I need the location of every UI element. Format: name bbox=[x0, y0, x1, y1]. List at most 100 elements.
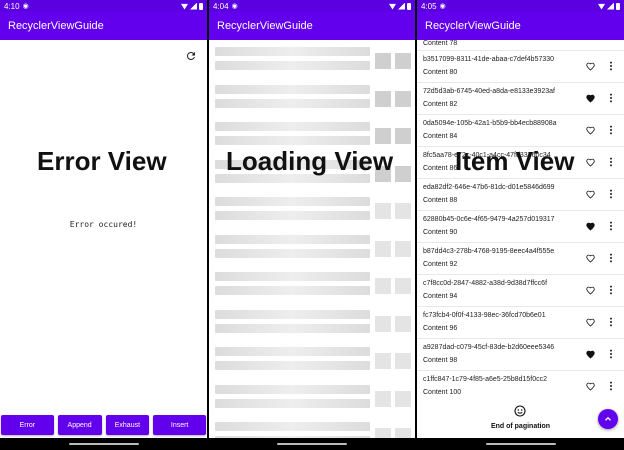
heart-icon[interactable] bbox=[586, 190, 595, 199]
skeleton-box bbox=[375, 203, 391, 219]
skeleton-box bbox=[375, 240, 391, 257]
more-vert-icon[interactable] bbox=[609, 221, 613, 231]
skeleton-line bbox=[215, 122, 370, 131]
heart-icon[interactable] bbox=[586, 318, 595, 327]
heart-icon[interactable] bbox=[586, 62, 595, 71]
heart-icon[interactable] bbox=[586, 382, 595, 391]
scroll-to-top-button[interactable] bbox=[598, 409, 618, 429]
error-button[interactable]: Error bbox=[1, 415, 54, 435]
home-gesture-bar[interactable] bbox=[68, 443, 139, 445]
status-bar: 4:05 ◉ bbox=[417, 0, 624, 12]
smile-icon bbox=[514, 405, 526, 417]
more-vert-icon[interactable] bbox=[609, 253, 613, 263]
item-content: Content 86 bbox=[423, 165, 458, 172]
heart-icon[interactable] bbox=[586, 350, 595, 359]
more-vert-icon[interactable] bbox=[609, 93, 613, 103]
action-buttons: Error Append Exhaust Insert bbox=[0, 415, 207, 435]
signal-icon bbox=[190, 2, 197, 10]
item-uuid: c1ffc847-1c79-4f85-a6e5-25b8d15f0cc2 bbox=[423, 376, 548, 383]
heart-icon[interactable] bbox=[586, 158, 595, 167]
skeleton-box bbox=[395, 53, 411, 69]
skeleton-line bbox=[215, 197, 370, 206]
heart-icon[interactable] bbox=[586, 286, 595, 295]
app-title: RecyclerViewGuide bbox=[425, 20, 521, 32]
insert-button[interactable]: Insert bbox=[153, 415, 206, 435]
skeleton-item bbox=[209, 195, 415, 225]
loading-screen: 4:04 ◉ RecyclerViewGuide Loading View bbox=[209, 0, 415, 450]
end-of-pagination-label: End of pagination bbox=[490, 423, 551, 430]
error-message: Error occured! bbox=[69, 220, 138, 229]
notification-indicator-icon: ◉ bbox=[22, 3, 29, 10]
skeleton-line bbox=[215, 84, 370, 94]
skeleton-box bbox=[375, 278, 391, 294]
item-content: Content 82 bbox=[423, 101, 458, 108]
skeleton-line bbox=[215, 422, 370, 431]
skeleton-item bbox=[209, 308, 415, 338]
skeleton-line bbox=[215, 234, 370, 244]
item-content: Content 80 bbox=[423, 69, 458, 76]
skeleton-box bbox=[375, 90, 391, 107]
skeleton-item bbox=[209, 345, 415, 375]
battery-icon bbox=[616, 2, 620, 10]
list-item[interactable]: a9287dad-c079-45cf-83de-b2d60eee5346 Cont… bbox=[417, 339, 624, 371]
heart-icon[interactable] bbox=[586, 254, 595, 263]
item-content: Content 98 bbox=[423, 357, 458, 364]
exhaust-button[interactable]: Exhaust bbox=[105, 415, 150, 435]
skeleton-box bbox=[395, 240, 411, 257]
item-uuid: fc73fcb4-0f0f-4133-98ec-36fcd70b6e01 bbox=[423, 312, 546, 319]
skeleton-item bbox=[209, 270, 415, 300]
item-uuid: b3517099-8311-41de-abaa-c7def4b57330 bbox=[423, 56, 555, 63]
heart-icon[interactable] bbox=[586, 222, 595, 231]
list-item[interactable]: c7f8cc0d-2847-4882-a38d-9d38d7ffcc6f Cont… bbox=[417, 275, 624, 307]
skeleton-line bbox=[215, 98, 370, 108]
wifi-icon bbox=[598, 3, 605, 10]
more-vert-icon[interactable] bbox=[609, 317, 613, 327]
item-content: Content 94 bbox=[423, 293, 458, 300]
skeleton-line bbox=[215, 136, 370, 145]
more-vert-icon[interactable] bbox=[609, 125, 613, 135]
list-item[interactable]: eda82df2-646e-47b6-81dc-d01e5846d699 Cont… bbox=[417, 179, 624, 211]
status-time: 4:10 bbox=[4, 1, 20, 11]
list-item[interactable]: c1ffc847-1c79-4f85-a6e5-25b8d15f0cc2 Cont… bbox=[417, 371, 624, 403]
screen-caption: Item View bbox=[455, 146, 575, 176]
list-item[interactable]: 0da5094e-105b-42a1-b5b9-bb4ecb88908a Cont… bbox=[417, 115, 624, 147]
navigation-bar bbox=[417, 438, 624, 450]
list-item[interactable]: b87dd4c3-278b-4768-9195-8eec4a4f555e Cont… bbox=[417, 243, 624, 275]
skeleton-box bbox=[395, 203, 411, 219]
more-vert-icon[interactable] bbox=[609, 349, 613, 359]
screen-caption: Error View bbox=[37, 146, 167, 176]
notification-indicator-icon: ◉ bbox=[439, 3, 446, 10]
error-screen: 4:10 ◉ RecyclerViewGuide Error View Erro… bbox=[0, 0, 207, 450]
list-item[interactable]: 72d5d3ab-6745-40ed-a8da-e8133e3923af Cont… bbox=[417, 83, 624, 115]
item-content: Content 100 bbox=[423, 389, 462, 396]
wifi-icon bbox=[389, 3, 396, 10]
refresh-icon[interactable] bbox=[185, 50, 197, 62]
more-vert-icon[interactable] bbox=[609, 61, 613, 71]
status-time: 4:05 bbox=[421, 1, 437, 11]
skeleton-line bbox=[215, 347, 370, 356]
more-vert-icon[interactable] bbox=[609, 285, 613, 295]
item-uuid: 0da5094e-105b-42a1-b5b9-bb4ecb88908a bbox=[423, 120, 557, 127]
skeleton-box bbox=[375, 53, 391, 69]
list-item[interactable]: 62880b45-0c6e-4f65-9479-4a257d019317 Cont… bbox=[417, 211, 624, 243]
list-item[interactable]: fc73fcb4-0f0f-4133-98ec-36fcd70b6e01 Cont… bbox=[417, 307, 624, 339]
home-gesture-bar[interactable] bbox=[485, 443, 556, 445]
home-gesture-bar[interactable] bbox=[277, 443, 347, 445]
more-vert-icon[interactable] bbox=[609, 189, 613, 199]
heart-icon[interactable] bbox=[586, 94, 595, 103]
skeleton-box bbox=[395, 128, 411, 144]
item-content: Content 92 bbox=[423, 261, 458, 268]
heart-icon[interactable] bbox=[586, 126, 595, 135]
skeleton-line bbox=[215, 309, 370, 319]
app-title: RecyclerViewGuide bbox=[217, 20, 313, 32]
append-button[interactable]: Append bbox=[57, 415, 102, 435]
item-uuid: c7f8cc0d-2847-4882-a38d-9d38d7ffcc6f bbox=[423, 280, 548, 287]
more-vert-icon[interactable] bbox=[609, 381, 613, 391]
battery-icon bbox=[407, 2, 411, 10]
item-uuid: eda82df2-646e-47b6-81dc-d01e5846d699 bbox=[423, 184, 555, 191]
more-vert-icon[interactable] bbox=[609, 157, 613, 167]
skeleton-box bbox=[375, 353, 391, 369]
wifi-icon bbox=[181, 3, 188, 10]
skeleton-line bbox=[215, 61, 370, 70]
list-item[interactable]: b3517099-8311-41de-abaa-c7def4b57330 Cont… bbox=[417, 51, 624, 83]
